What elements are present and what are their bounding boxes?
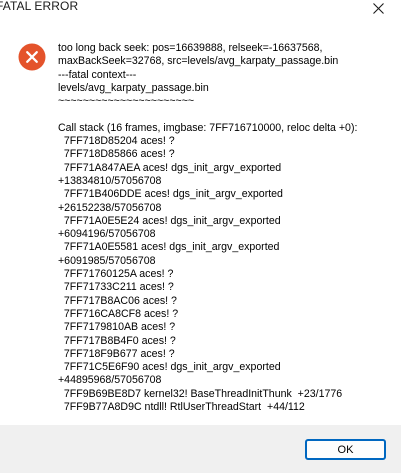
ok-button[interactable]: OK xyxy=(305,439,386,460)
close-icon xyxy=(372,2,384,14)
error-message: too long back seek: pos=16639888, relsee… xyxy=(58,42,358,414)
dialog-footer: OK xyxy=(0,425,401,473)
window-title: FATAL ERROR xyxy=(0,0,79,13)
error-icon xyxy=(18,43,46,71)
title-bar: FATAL ERROR xyxy=(0,0,401,16)
dialog-content: too long back seek: pos=16639888, relsee… xyxy=(0,16,401,425)
close-button[interactable] xyxy=(355,0,401,16)
